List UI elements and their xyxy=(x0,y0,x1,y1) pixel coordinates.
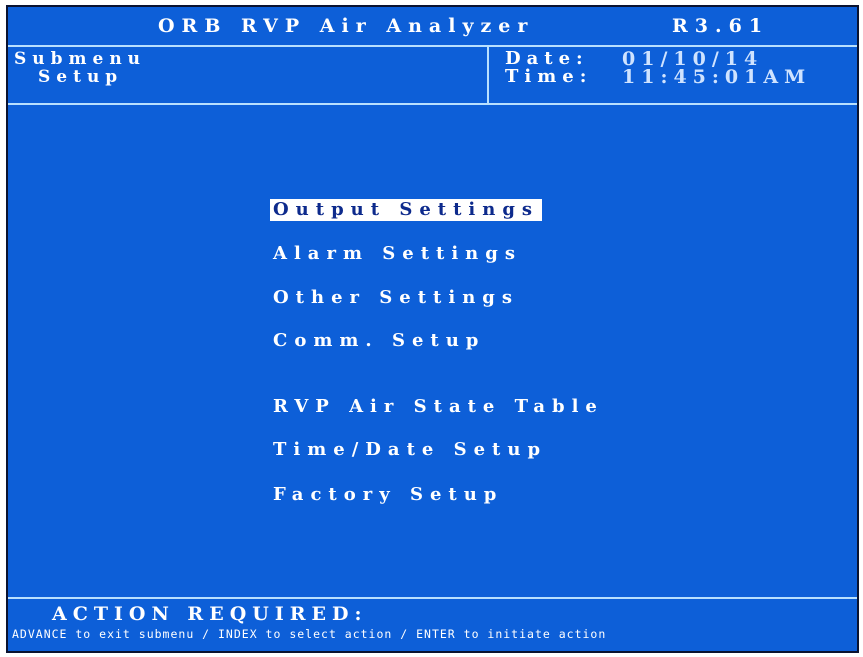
menu-item-output-settings[interactable]: Output Settings xyxy=(270,199,543,221)
action-help-text: ADVANCE to exit submenu / INDEX to selec… xyxy=(12,627,607,641)
menu-item-comm-setup[interactable]: Comm. Setup xyxy=(270,330,488,352)
submenu-label: Submenu xyxy=(14,49,147,69)
action-required-label: ACTION REQUIRED: xyxy=(52,603,368,625)
app-title: ORB RVP Air Analyzer xyxy=(158,15,535,37)
menu-item-time-date-setup[interactable]: Time/Date Setup xyxy=(270,439,550,461)
header-divider xyxy=(487,47,489,103)
menu-item-other-settings[interactable]: Other Settings xyxy=(270,287,522,309)
time-value: 11:45:01AM xyxy=(622,66,812,88)
submenu-header: Submenu Setup Date: 01/10/14 Time: 11:45… xyxy=(8,47,857,105)
analyzer-screen: ORB RVP Air Analyzer R3.61 Submenu Setup… xyxy=(6,5,859,653)
menu-item-alarm-settings[interactable]: Alarm Settings xyxy=(270,243,525,265)
menu-item-rvp-air-state-table[interactable]: RVP Air State Table xyxy=(270,396,607,418)
menu-item-factory-setup[interactable]: Factory Setup xyxy=(270,484,506,506)
version-label: R3.61 xyxy=(672,15,770,37)
title-bar: ORB RVP Air Analyzer R3.61 xyxy=(8,7,857,47)
submenu-name: Setup xyxy=(38,67,124,87)
action-bar: ACTION REQUIRED: ADVANCE to exit submenu… xyxy=(8,597,857,651)
time-label: Time: xyxy=(505,66,593,87)
